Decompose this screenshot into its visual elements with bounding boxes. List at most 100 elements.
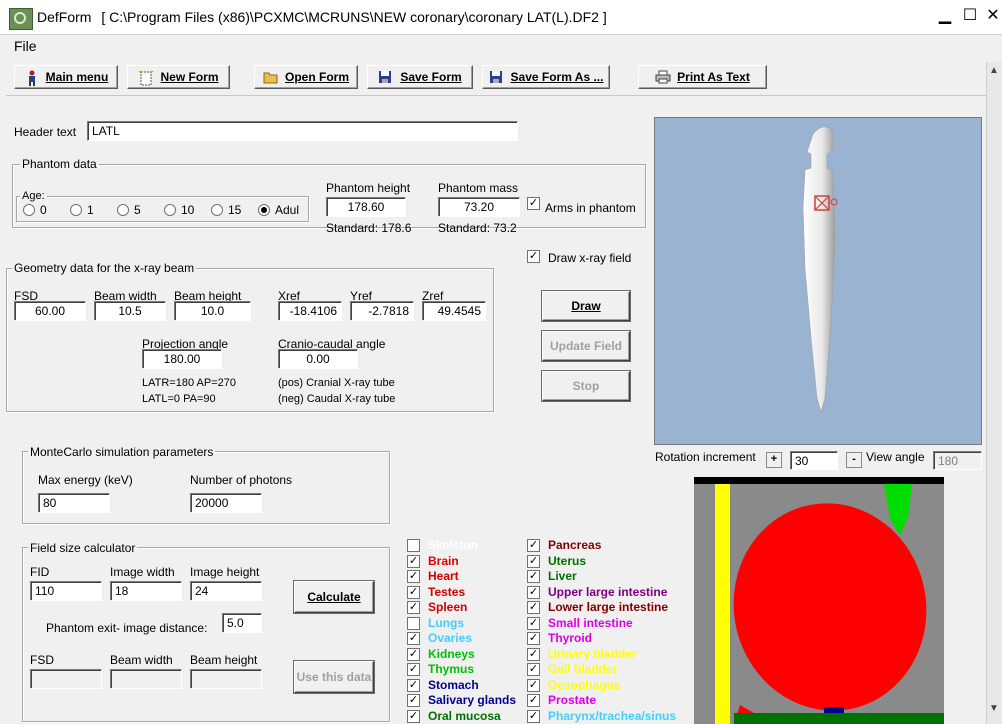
arms-in-phantom-checkbox[interactable]: ✓ xyxy=(527,197,540,210)
save-form-as-button[interactable]: Save Form As ... xyxy=(482,65,610,89)
use-this-data-button[interactable]: Use this data xyxy=(294,661,374,693)
beam-height-input[interactable]: 10.0 xyxy=(174,301,251,321)
fsd-input[interactable]: 60.00 xyxy=(14,301,86,321)
header-text-input[interactable]: LATL xyxy=(87,121,518,141)
new-document-icon xyxy=(138,70,154,86)
view-angle-input[interactable]: 180 xyxy=(933,451,982,470)
draw-button[interactable]: Draw xyxy=(542,291,630,321)
organ-checkbox-urinary-bladder[interactable]: ✓ xyxy=(527,647,540,661)
open-form-label: Open Form xyxy=(284,70,349,84)
organ-checkbox-lower-large-intestine[interactable]: ✓ xyxy=(527,601,540,614)
organ-label: Lungs xyxy=(428,615,464,630)
image-width-input[interactable]: 18 xyxy=(110,581,182,601)
save-form-button[interactable]: Save Form xyxy=(367,65,473,89)
view-angle-label: View angle xyxy=(866,450,925,464)
organ-checkbox-skeleton[interactable] xyxy=(407,539,420,552)
scroll-down-arrow-icon[interactable]: ▼ xyxy=(986,700,1002,718)
organ-checkbox-salivary-glands[interactable]: ✓ xyxy=(407,694,420,707)
menu-file[interactable]: File xyxy=(14,38,37,54)
main-menu-label: Main menu xyxy=(45,70,109,84)
phantom-height-input[interactable]: 178.60 xyxy=(326,197,406,217)
age-radio-10[interactable] xyxy=(164,204,176,216)
organ-checkbox-oesophagus[interactable]: ✓ xyxy=(527,678,540,692)
maximize-button[interactable]: ☐ xyxy=(959,6,981,26)
update-field-button[interactable]: Update Field xyxy=(542,331,630,361)
organ-label: Thymus xyxy=(428,662,475,676)
organ-checkbox-lungs[interactable] xyxy=(407,616,420,630)
calculate-button[interactable]: Calculate xyxy=(294,581,374,613)
organ-checkbox-stomach[interactable]: ✓ xyxy=(407,678,420,692)
age-radio-label: 15 xyxy=(228,203,242,217)
max-energy-input[interactable]: 80 xyxy=(38,493,110,513)
phantom-3d-view[interactable] xyxy=(654,117,982,445)
beam-width-input[interactable]: 10.5 xyxy=(94,301,166,321)
image-height-input[interactable]: 24 xyxy=(190,581,262,601)
minimize-button[interactable]: ▁ xyxy=(934,6,956,26)
cranio-caudal-input[interactable]: 0.00 xyxy=(278,349,358,369)
yref-input[interactable]: -2.7818 xyxy=(350,301,414,321)
max-energy-label: Max energy (keV) xyxy=(38,473,133,487)
organ-checkbox-gall-bladder[interactable]: ✓ xyxy=(527,663,540,676)
new-form-button[interactable]: New Form xyxy=(127,65,230,89)
close-button[interactable]: ✕ xyxy=(982,6,1002,26)
calc-beam-height-label: Beam height xyxy=(190,653,258,667)
organ-label: Gall bladder xyxy=(548,662,618,676)
note-caudal: (neg) Caudal X-ray tube xyxy=(278,393,396,405)
organ-checkbox-kidneys[interactable]: ✓ xyxy=(407,647,420,661)
organ-label: Salivary glands xyxy=(428,693,517,707)
print-as-text-button[interactable]: Print As Text xyxy=(638,65,767,89)
organ-checkbox-upper-large-intestine[interactable]: ✓ xyxy=(527,585,540,599)
projection-angle-input[interactable]: 180.00 xyxy=(142,349,222,369)
organ-label: Pharynx/trachea/sinus xyxy=(548,708,677,723)
rotation-minus-button[interactable]: - xyxy=(846,452,862,468)
organ-checkbox-testes[interactable]: ✓ xyxy=(407,585,420,599)
rotation-increment-input[interactable]: 30 xyxy=(790,451,838,470)
organ-checkbox-thymus[interactable]: ✓ xyxy=(407,663,420,676)
calc-fsd-output xyxy=(30,669,102,689)
main-menu-button[interactable]: Main menu xyxy=(14,65,118,89)
toolbar-divider xyxy=(6,95,986,96)
organ-checkbox-thyroid[interactable]: ✓ xyxy=(527,632,540,645)
organ-checkbox-uterus[interactable]: ✓ xyxy=(527,554,540,568)
montecarlo-title: MonteCarlo simulation parameters xyxy=(28,445,216,459)
organ-checkbox-small-intestine[interactable]: ✓ xyxy=(527,616,540,630)
organ-checkbox-brain[interactable]: ✓ xyxy=(407,554,420,568)
age-radio-0[interactable] xyxy=(23,204,35,216)
age-radio-label: 1 xyxy=(87,203,94,217)
organ-checkbox-oral-mucosa[interactable]: ✓ xyxy=(407,709,420,723)
exit-distance-input[interactable]: 5.0 xyxy=(222,613,262,633)
organ-label: Testes xyxy=(428,584,466,599)
organ-checkbox-pharynx-trachea-sinus[interactable]: ✓ xyxy=(527,709,540,723)
vertical-scrollbar[interactable] xyxy=(986,62,1002,724)
stop-button[interactable]: Stop xyxy=(542,371,630,401)
organ-checkbox-liver[interactable]: ✓ xyxy=(527,570,540,583)
image-height-label: Image height xyxy=(190,565,260,579)
xref-input[interactable]: -18.4106 xyxy=(278,301,342,321)
rotation-plus-button[interactable]: + xyxy=(766,452,782,468)
age-radio-5[interactable] xyxy=(117,204,129,216)
organ-label: Pancreas xyxy=(548,538,602,552)
number-of-photons-input[interactable]: 20000 xyxy=(190,493,262,513)
phantom-mass-input[interactable]: 73.20 xyxy=(438,197,520,217)
organ-checkbox-prostate[interactable]: ✓ xyxy=(527,694,540,707)
organ-checkbox-spleen[interactable]: ✓ xyxy=(407,601,420,614)
organ-checkbox-ovaries[interactable]: ✓ xyxy=(407,632,420,645)
fid-input[interactable]: 110 xyxy=(30,581,102,601)
open-form-button[interactable]: Open Form xyxy=(254,65,358,89)
organ-checkbox-heart[interactable]: ✓ xyxy=(407,570,420,583)
organ-label: Prostate xyxy=(548,693,597,707)
age-radio-15[interactable] xyxy=(211,204,223,216)
scroll-up-arrow-icon[interactable]: ▲ xyxy=(986,62,1002,80)
app-name: DefForm xyxy=(37,9,92,25)
organ-checkbox-pancreas[interactable]: ✓ xyxy=(527,539,540,552)
zref-input[interactable]: 49.4545 xyxy=(422,301,486,321)
phantom-height-label: Phantom height xyxy=(326,181,411,195)
age-radio-1[interactable] xyxy=(70,204,82,216)
print-as-text-label: Print As Text xyxy=(677,70,750,84)
draw-xray-field-label: Draw x-ray field xyxy=(548,251,632,265)
age-radio-adul[interactable] xyxy=(258,204,270,216)
save-form-label: Save Form xyxy=(400,70,462,84)
header-text-label: Header text xyxy=(14,125,77,139)
note-latr: LATR=180 AP=270 xyxy=(142,377,236,389)
draw-xray-field-checkbox[interactable]: ✓ xyxy=(527,250,540,263)
